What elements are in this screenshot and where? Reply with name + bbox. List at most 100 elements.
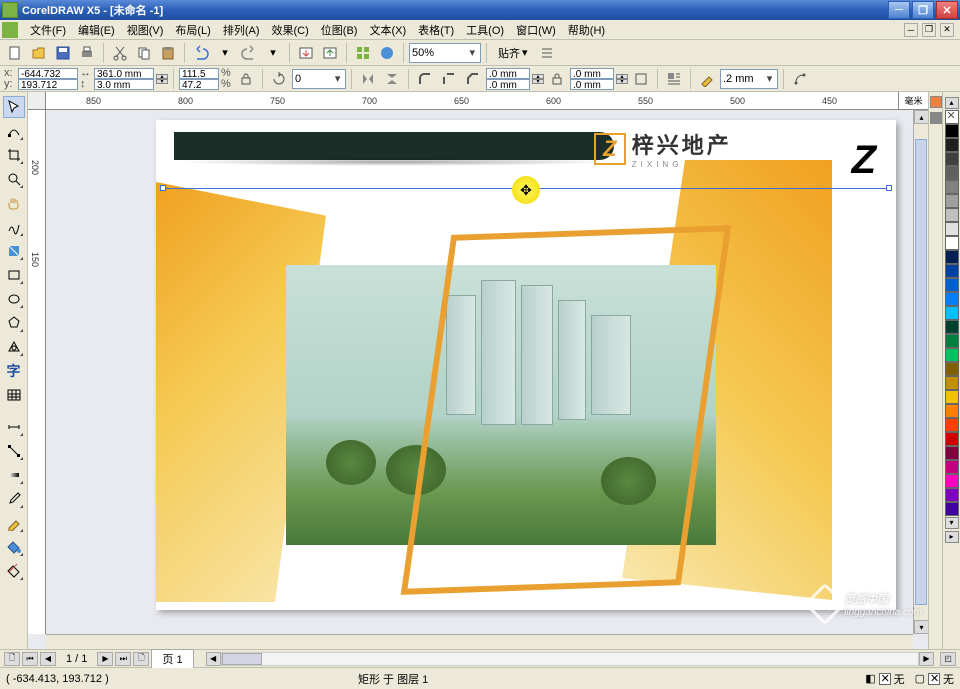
swatch[interactable]: [945, 474, 959, 488]
width-field[interactable]: 361.0 mm: [94, 68, 154, 79]
corner-chamfer-button[interactable]: [462, 68, 484, 90]
ruler-unit[interactable]: 毫米: [898, 92, 928, 110]
wrap-text-button[interactable]: [663, 68, 685, 90]
outline-tool[interactable]: [3, 512, 25, 534]
swatch-none[interactable]: [945, 110, 959, 124]
mirror-h-button[interactable]: [357, 68, 379, 90]
scale-x-field[interactable]: 111.5: [179, 68, 219, 79]
menu-layout[interactable]: 布局(L): [169, 20, 216, 40]
rotation-combo[interactable]: ▾: [292, 69, 346, 89]
last-page-button[interactable]: ⏭: [115, 652, 131, 666]
menu-arrange[interactable]: 排列(A): [217, 20, 266, 40]
redo-drop-button[interactable]: ▾: [262, 42, 284, 64]
swatch[interactable]: [945, 390, 959, 404]
viewport[interactable]: Z 梓兴地产 ZIXING GROUP Z: [46, 110, 913, 634]
menu-bitmaps[interactable]: 位图(B): [315, 20, 364, 40]
fill-indicator[interactable]: ◧ ✕ 无: [865, 671, 904, 687]
swatch[interactable]: [945, 194, 959, 208]
swatch[interactable]: [945, 138, 959, 152]
ruler-origin[interactable]: [28, 92, 46, 110]
selection-handle-left[interactable]: [160, 185, 166, 191]
lock-ratio-button[interactable]: [235, 68, 257, 90]
interactive-tool[interactable]: [3, 464, 25, 486]
corner4-field[interactable]: .0 mm: [570, 79, 614, 90]
open-button[interactable]: [28, 42, 50, 64]
corner-spinner-1[interactable]: ▴▾: [532, 74, 544, 84]
scroll-down-button[interactable]: ▾: [914, 620, 928, 634]
import-button[interactable]: [295, 42, 317, 64]
to-curves-button[interactable]: [789, 68, 811, 90]
corner3-field[interactable]: .0 mm: [570, 68, 614, 79]
basic-shapes-tool[interactable]: [3, 336, 25, 358]
minimize-button[interactable]: ─: [888, 1, 910, 19]
swatch[interactable]: [945, 166, 959, 180]
save-button[interactable]: [52, 42, 74, 64]
corner-spinner-2[interactable]: ▴▾: [616, 74, 628, 84]
corner2-field[interactable]: .0 mm: [486, 79, 530, 90]
copy-button[interactable]: [133, 42, 155, 64]
palette-up-button[interactable]: ▴: [945, 97, 959, 109]
vscroll-thumb[interactable]: [915, 139, 927, 605]
swatch[interactable]: [945, 250, 959, 264]
menu-text[interactable]: 文本(X): [363, 20, 412, 40]
maximize-button[interactable]: ❐: [912, 1, 934, 19]
vertical-scrollbar[interactable]: ▴ ▾: [913, 110, 928, 634]
interactive-fill-tool[interactable]: [3, 560, 25, 582]
navigator-button[interactable]: ◰: [940, 652, 956, 666]
swatch[interactable]: [945, 208, 959, 222]
crop-tool[interactable]: [3, 144, 25, 166]
swatch[interactable]: [945, 236, 959, 250]
export-button[interactable]: [319, 42, 341, 64]
swatch[interactable]: [945, 278, 959, 292]
swatch[interactable]: [945, 292, 959, 306]
swatch[interactable]: [945, 362, 959, 376]
swatch[interactable]: [945, 334, 959, 348]
swatch[interactable]: [945, 124, 959, 138]
zoom-dropdown-icon[interactable]: ▾: [466, 46, 478, 59]
mirror-v-button[interactable]: [381, 68, 403, 90]
undo-button[interactable]: [190, 42, 212, 64]
undo-drop-button[interactable]: ▾: [214, 42, 236, 64]
swatch[interactable]: [945, 404, 959, 418]
vertical-ruler[interactable]: 200 150: [28, 110, 46, 634]
swatch[interactable]: [945, 320, 959, 334]
menu-window[interactable]: 窗口(W): [510, 20, 562, 40]
fill-tool[interactable]: [3, 536, 25, 558]
corner-round-button[interactable]: [414, 68, 436, 90]
polygon-tool[interactable]: [3, 312, 25, 334]
swatch[interactable]: [945, 264, 959, 278]
redo-button[interactable]: [238, 42, 260, 64]
new-button[interactable]: [4, 42, 26, 64]
swatch[interactable]: [945, 418, 959, 432]
menu-edit[interactable]: 编辑(E): [72, 20, 121, 40]
freehand-tool[interactable]: [3, 216, 25, 238]
selection-handle-right[interactable]: [886, 185, 892, 191]
print-button[interactable]: [76, 42, 98, 64]
snap-button[interactable]: 贴齐 ▾: [492, 43, 534, 63]
connector-tool[interactable]: [3, 440, 25, 462]
options-button[interactable]: [536, 42, 558, 64]
add-page-button[interactable]: 🗋: [4, 652, 20, 666]
menu-tools[interactable]: 工具(O): [460, 20, 510, 40]
swatch[interactable]: [945, 306, 959, 320]
menu-table[interactable]: 表格(T): [412, 20, 460, 40]
pan-tool[interactable]: [3, 192, 25, 214]
menu-file[interactable]: 文件(F): [24, 20, 72, 40]
page-scrollbar[interactable]: ◀ ▶: [206, 652, 934, 666]
menu-effects[interactable]: 效果(C): [266, 20, 315, 40]
close-button[interactable]: ✕: [936, 1, 958, 19]
pick-tool[interactable]: [3, 96, 25, 118]
corner-lock-button[interactable]: [546, 68, 568, 90]
rectangle-tool[interactable]: [3, 264, 25, 286]
doc-restore-button[interactable]: ❐: [922, 23, 936, 37]
app-launcher-button[interactable]: [352, 42, 374, 64]
palette-fly-button[interactable]: ▸: [945, 531, 959, 543]
swatch[interactable]: [945, 152, 959, 166]
swatch[interactable]: [945, 446, 959, 460]
zoom-input[interactable]: [412, 47, 466, 59]
scale-y-field[interactable]: 47.2: [179, 79, 219, 90]
text-tool[interactable]: 字: [3, 360, 25, 382]
scroll-up-button[interactable]: ▴: [914, 110, 928, 124]
swatch[interactable]: [945, 376, 959, 390]
palette-down-button[interactable]: ▾: [945, 517, 959, 529]
